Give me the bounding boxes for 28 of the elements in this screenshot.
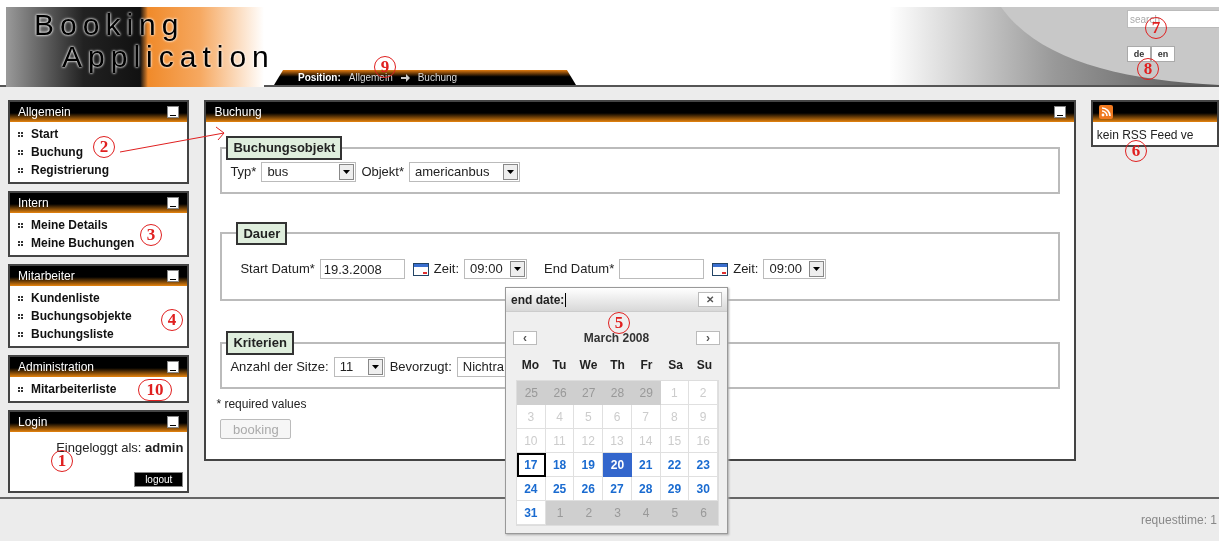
field-label: Zeit: (433, 260, 460, 279)
field-label: Anzahl der Sitze: (230, 357, 329, 376)
weekday-label: Mo (520, 357, 541, 374)
panel-title: Mitarbeiter (18, 268, 75, 285)
weekday-label: Th (609, 357, 626, 374)
weekday-label: Sa (667, 357, 684, 374)
breadcrumb-label: Position: (298, 71, 341, 85)
panel-title: Allgemein (18, 104, 71, 121)
weekday-label: We (578, 357, 599, 374)
fieldset-legend: Buchungsobjekt (226, 136, 343, 160)
field-label: Bevorzugt: (389, 357, 452, 376)
weekday-label: Su (695, 357, 714, 374)
field-label: End Datum* (544, 260, 615, 279)
field-label: Zeit: (733, 260, 759, 279)
popup-title: end date: (511, 292, 567, 307)
panel-title: Login (18, 414, 48, 431)
field-label: Objekt* (361, 162, 405, 181)
field-label: Start Datum* (240, 260, 315, 279)
request-time: requesttime: 1 (1140, 512, 1217, 529)
field-label: Typ* (230, 162, 257, 181)
panel-title: Buchung (214, 104, 262, 121)
panel-title: Intern (18, 195, 49, 212)
panel-title: Administration (18, 359, 95, 376)
required-note: * required values (216, 395, 308, 413)
fieldset-legend: Dauer (236, 221, 288, 245)
weekday-label: Fr (639, 357, 654, 374)
weekday-label: Tu (551, 357, 568, 374)
fieldset-legend: Kriterien (226, 331, 294, 355)
